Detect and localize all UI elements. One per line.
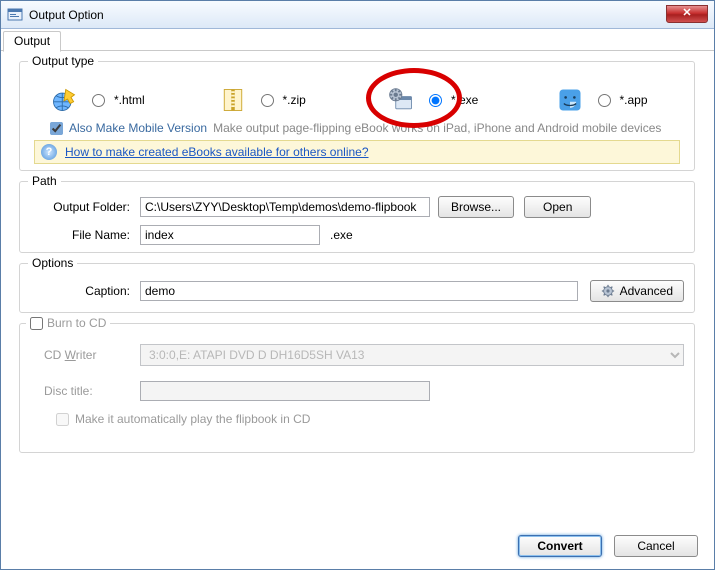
disc-title-label: Disc title:: [30, 384, 140, 398]
group-path: Path Output Folder: Browse... Open File …: [19, 181, 695, 253]
type-zip-label: *.zip: [283, 93, 306, 107]
autoplay-label: Make it automatically play the flipbook …: [75, 412, 310, 426]
mobile-checkbox[interactable]: [50, 122, 63, 135]
radio-exe[interactable]: [429, 94, 442, 107]
window-title: Output Option: [29, 8, 104, 22]
autoplay-checkbox[interactable]: [56, 413, 69, 426]
dialog-footer: Convert Cancel: [518, 535, 698, 557]
close-button[interactable]: ✕: [666, 5, 708, 23]
burn-legend: Burn to CD: [47, 316, 106, 330]
group-options: Options Caption: Advanced: [19, 263, 695, 313]
app-icon: [7, 7, 23, 23]
path-legend: Path: [28, 174, 61, 188]
open-button[interactable]: Open: [524, 196, 591, 218]
disc-title-input[interactable]: [140, 381, 430, 401]
mobile-label: Also Make Mobile Version: [69, 121, 207, 135]
globe-icon: [50, 86, 78, 114]
cd-writer-select[interactable]: 3:0:0,E: ATAPI DVD D DH16D5SH VA13: [140, 344, 684, 366]
output-folder-input[interactable]: [140, 197, 430, 217]
radio-app[interactable]: [598, 94, 611, 107]
cancel-button[interactable]: Cancel: [614, 535, 698, 557]
finder-icon: [556, 86, 584, 114]
cd-writer-label: CD Writer: [30, 348, 140, 362]
type-app[interactable]: *.app: [526, 86, 695, 114]
filename-input[interactable]: [140, 225, 320, 245]
output-type-legend: Output type: [28, 54, 98, 68]
burn-checkbox[interactable]: [30, 317, 43, 330]
filename-ext: .exe: [330, 228, 353, 242]
type-html-label: *.html: [114, 93, 145, 107]
tabstrip: Output: [1, 29, 714, 51]
zip-icon: [219, 86, 247, 114]
info-link[interactable]: How to make created eBooks available for…: [65, 145, 369, 159]
group-burn: Burn to CD CD Writer 3:0:0,E: ATAPI DVD …: [19, 323, 695, 453]
type-app-label: *.app: [620, 93, 648, 107]
titlebar[interactable]: Output Option ✕: [1, 1, 714, 29]
burn-checkbox-wrap[interactable]: Burn to CD: [26, 316, 110, 330]
info-bar: ? How to make created eBooks available f…: [34, 140, 680, 164]
browse-button[interactable]: Browse...: [438, 196, 514, 218]
group-output-type: Output type *.html *.zip *.exe: [19, 61, 695, 171]
mobile-hint: Make output page-flipping eBook works on…: [213, 121, 661, 135]
output-option-dialog: Output Option ✕ Output Output type *.htm…: [0, 0, 715, 570]
type-html[interactable]: *.html: [20, 86, 189, 114]
type-exe[interactable]: *.exe: [357, 86, 526, 114]
filename-label: File Name:: [30, 228, 140, 242]
mobile-row: Also Make Mobile Version Make output pag…: [50, 118, 684, 138]
caption-input[interactable]: [140, 281, 578, 301]
exe-icon: [387, 86, 415, 114]
advanced-button[interactable]: Advanced: [590, 280, 684, 302]
convert-button[interactable]: Convert: [518, 535, 602, 557]
options-legend: Options: [28, 256, 77, 270]
output-type-row: *.html *.zip *.exe *.app: [20, 82, 694, 118]
gear-icon: [601, 284, 615, 298]
radio-zip[interactable]: [261, 94, 274, 107]
type-zip[interactable]: *.zip: [189, 86, 358, 114]
tab-output[interactable]: Output: [3, 31, 61, 52]
client-area: Output type *.html *.zip *.exe: [9, 55, 706, 525]
type-exe-label: *.exe: [451, 93, 478, 107]
radio-html[interactable]: [92, 94, 105, 107]
advanced-label: Advanced: [620, 284, 673, 298]
help-icon: ?: [41, 144, 57, 160]
caption-label: Caption:: [30, 284, 140, 298]
output-folder-label: Output Folder:: [30, 200, 140, 214]
